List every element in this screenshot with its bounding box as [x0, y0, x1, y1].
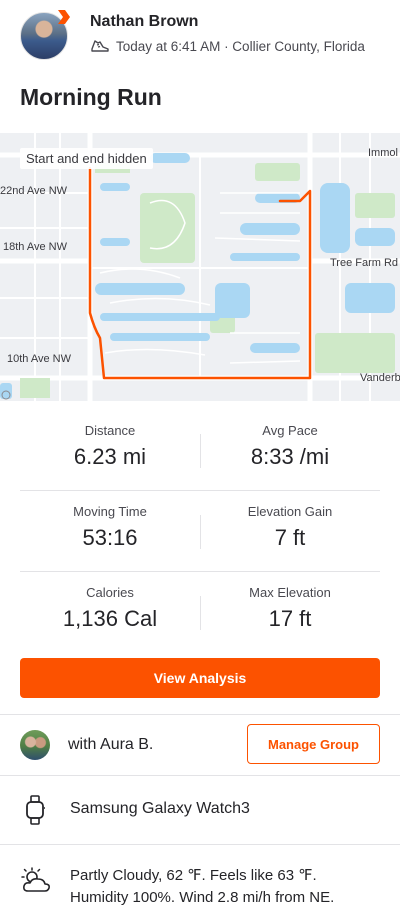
activity-header: Nathan Brown Today at 6:41 AM · Collier …: [0, 0, 400, 70]
stat-moving-time: Moving Time 53:16: [20, 491, 200, 571]
shoe-icon: [91, 40, 109, 52]
weather-row: Partly Cloudy, 62 ℉. Feels like 63 ℉. Hu…: [0, 845, 400, 913]
group-avatar[interactable]: [20, 730, 50, 760]
stat-value: 53:16: [82, 525, 138, 550]
stat-distance: Distance 6.23 mi: [20, 410, 200, 490]
stat-value: 6.23 mi: [73, 444, 147, 469]
stats-row: Calories 1,136 Cal Max Elevation 17 ft: [20, 572, 380, 653]
map-label-vanderbilt: Vanderb: [360, 372, 400, 384]
stats-row: Moving Time 53:16 Elevation Gain 7 ft: [20, 491, 380, 572]
activity-title: Morning Run: [20, 84, 162, 110]
stat-label: Calories: [86, 585, 134, 600]
stat-value: 1,136 Cal: [62, 606, 158, 631]
stat-value: 17 ft: [268, 606, 312, 631]
privacy-chip: Start and end hidden: [20, 148, 153, 169]
stat-divider: [200, 434, 201, 468]
stat-label: Elevation Gain: [247, 504, 333, 519]
stat-value: 8:33 /mi: [250, 444, 330, 469]
group-with-text[interactable]: with Aura B.: [68, 736, 153, 754]
route-map[interactable]: Start and end hidden 22nd Ave NW 18th Av…: [0, 133, 400, 401]
manage-group-button[interactable]: Manage Group: [247, 724, 380, 764]
stat-divider: [200, 515, 201, 549]
device-row: Samsung Galaxy Watch3: [0, 776, 400, 844]
partly-cloudy-icon: [21, 867, 50, 892]
weather-line-1: Partly Cloudy, 62 ℉. Feels like 63 ℉.: [70, 867, 317, 884]
stat-label: Avg Pace: [262, 423, 318, 438]
athlete-avatar-wrap[interactable]: [20, 8, 72, 60]
stat-avg-pace: Avg Pace 8:33 /mi: [200, 410, 380, 490]
activity-stats: Distance 6.23 mi Avg Pace 8:33 /mi Movin…: [20, 410, 380, 653]
subscriber-badge-icon: [58, 10, 70, 24]
stats-row: Distance 6.23 mi Avg Pace 8:33 /mi: [20, 410, 380, 491]
athlete-name[interactable]: Nathan Brown: [90, 13, 198, 31]
weather-summary: Partly Cloudy, 62 ℉. Feels like 63 ℉. Hu…: [70, 865, 390, 909]
stat-label: Moving Time: [73, 504, 147, 519]
watch-icon: [26, 795, 45, 825]
activity-meta: Today at 6:41 AM · Collier County, Flori…: [90, 38, 365, 54]
activity-meta-text: Today at 6:41 AM · Collier County, Flori…: [116, 38, 365, 54]
stat-label: Max Elevation: [249, 585, 331, 600]
map-label-10th-ave: 10th Ave NW: [7, 353, 71, 365]
stat-calories: Calories 1,136 Cal: [20, 572, 200, 653]
weather-line-2: Humidity 100%. Wind 2.8 mi/h from NE.: [70, 889, 335, 906]
stat-value: 7 ft: [274, 525, 306, 550]
map-label-immokalee: Immol: [368, 147, 398, 159]
stat-divider: [200, 596, 201, 630]
device-name: Samsung Galaxy Watch3: [70, 800, 250, 817]
view-analysis-button[interactable]: View Analysis: [20, 658, 380, 698]
stat-elevation-gain: Elevation Gain 7 ft: [200, 491, 380, 571]
group-row: with Aura B. Manage Group: [0, 715, 400, 775]
map-label-18th-ave: 18th Ave NW: [3, 241, 67, 253]
stat-max-elevation: Max Elevation 17 ft: [200, 572, 380, 653]
map-label-22nd-ave: 22nd Ave NW: [0, 185, 68, 197]
stat-label: Distance: [84, 423, 136, 438]
map-label-tree-farm: Tree Farm Rd: [330, 257, 399, 269]
